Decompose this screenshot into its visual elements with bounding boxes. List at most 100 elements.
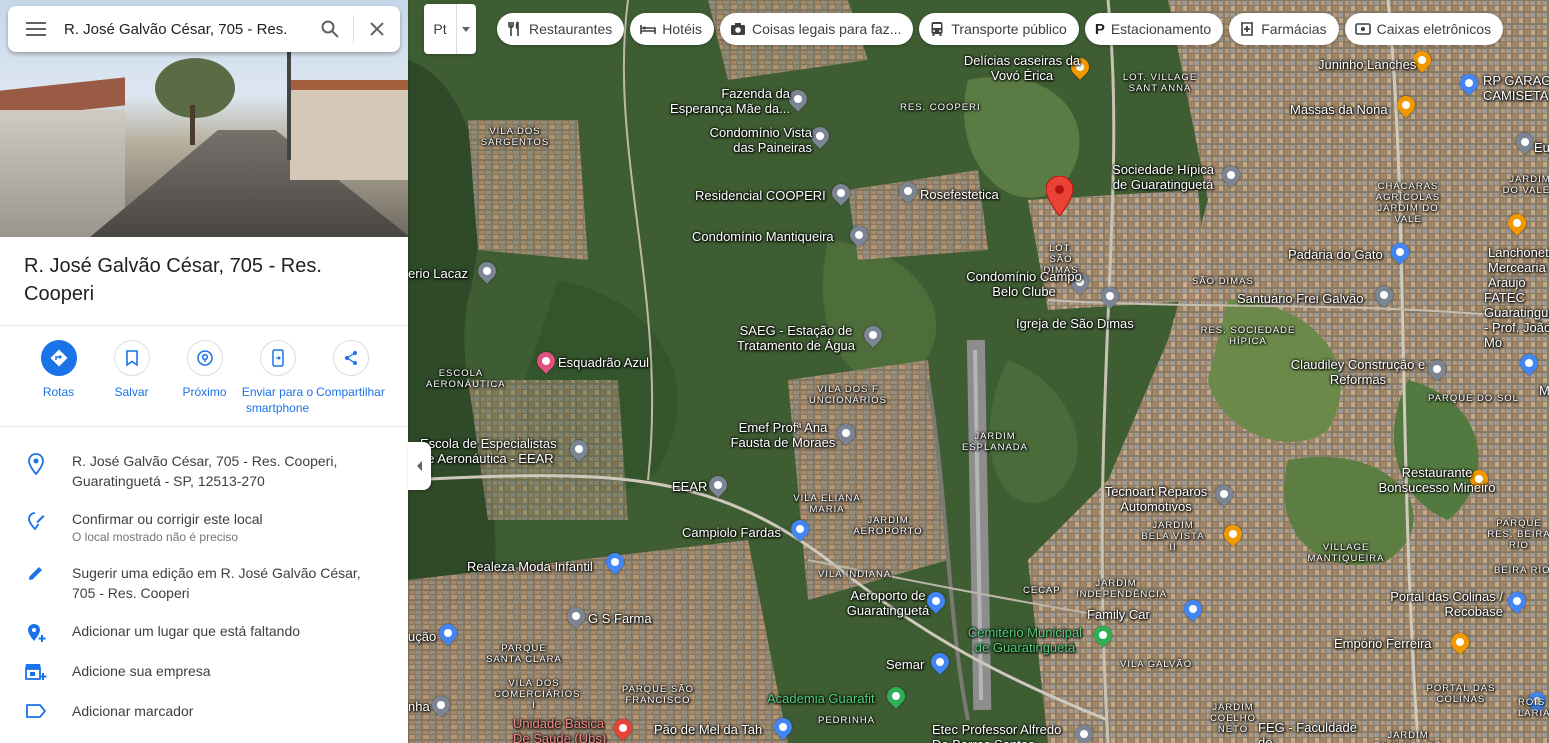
pharmacy-icon [1239,21,1255,37]
map-label[interactable]: Rosefestetica [920,187,999,202]
map-label[interactable]: Semar [886,657,924,672]
map-label[interactable]: Campiolo Fardas [682,525,781,540]
map-area-label: LOT. VILLAGE SANT ANNA [1122,72,1198,94]
map-label[interactable]: Massas da Nona [1290,102,1388,117]
map-label[interactable]: Realeza Moda Infantil [467,559,593,574]
chip-restaurants[interactable]: Restaurantes [497,13,625,45]
map-label[interactable]: Emef Profª Ana Fausta de Moraes [728,420,838,450]
map-label[interactable]: Academia Guarafit [767,691,875,706]
map-label[interactable]: Santuário Frei Galvão [1237,291,1363,306]
collapse-panel-button[interactable] [408,442,431,490]
map-label[interactable]: M [1539,383,1549,398]
map-label[interactable]: Juninho Lanches [1318,57,1416,72]
map-area-label: PARQUE SÃO FRANCISCO [621,684,695,706]
suggest-edit-row[interactable]: Sugerir uma edição em R. José Galvão Cés… [0,563,408,603]
map-label[interactable]: Residencial COOPERI [695,188,826,203]
chip-parking[interactable]: P Estacionamento [1084,13,1224,45]
chip-transit[interactable]: Transporte público [919,13,1079,45]
map-label[interactable]: Lanchonete e Mercearia Araujo [1488,245,1549,290]
map-label[interactable]: FATEC Guaratinguet - Prof. João Mo [1484,290,1549,350]
search-box: R. José Galvão César, 705 - Res. [8,6,400,52]
address-text: R. José Galvão César, 705 - Res. Cooperi… [72,453,338,489]
map-label[interactable]: Claudiley Construção e Reformas [1288,357,1428,387]
map-area-label: PEDRINHA [818,715,876,726]
map-label[interactable]: Delícias caseiras da Vovó Érica [962,53,1082,83]
map-label[interactable]: Sociedade Hípica de Guaratinguetá [1108,162,1218,192]
map-label[interactable]: Condomínio Campo Belo Clube [964,269,1084,299]
map-label[interactable]: Unidade Básica De Saúde (Ubs) [513,716,623,743]
close-icon[interactable] [354,6,400,52]
send-to-phone-button[interactable]: Enviar para o smartphone [241,340,314,416]
chip-atms[interactable]: Caixas eletrônicos [1344,13,1503,45]
add-label-text: Adicionar marcador [72,703,194,719]
atm-icon [1354,21,1371,37]
map-area-label: ESCOLA AERONÁUTICA [426,368,506,390]
map-label[interactable]: G S Farma [588,611,652,626]
pencil-icon [0,563,72,603]
map-label[interactable]: Cemitério Municipal de Guaratinguetá [960,625,1090,655]
map-label[interactable]: nha [408,699,430,714]
action-label: Próximo [182,385,227,399]
map-label[interactable]: EEAR [672,479,707,494]
address-row[interactable]: R. José Galvão César, 705 - Res. Cooperi… [0,451,408,491]
chevron-down-icon[interactable] [456,4,475,54]
map-label[interactable]: Etec Professor Alfredo De Barros Santos [932,722,1072,743]
chip-things-to-do[interactable]: Coisas legais para faz... [719,13,914,45]
map-label[interactable]: Esquadrão Azul [558,355,649,370]
menu-icon[interactable] [8,6,64,52]
map-label[interactable]: Pão de Mel da Tah [654,722,762,737]
search-icon[interactable] [307,6,353,52]
map-label[interactable]: FEG - Faculdade de [1258,720,1368,743]
save-button[interactable]: Salvar [95,340,168,416]
map-canvas[interactable]: Delícias caseiras da Vovó Érica LOT. VIL… [408,0,1549,743]
map-label[interactable]: Igreja de São Dimas [1016,316,1134,331]
map-label[interactable]: Family Car [1087,607,1150,622]
chip-pharmacies[interactable]: Farmácias [1229,13,1339,45]
map-label[interactable]: Tecnoart Reparos Automotivos [1096,484,1216,514]
map-label[interactable]: Condomínio Vista das Paineiras [692,125,812,155]
add-missing-place-row[interactable]: Adicionar um lugar que está faltando [0,621,408,643]
camera-icon [730,21,746,37]
map-area-label: ROIS LARIA [1518,697,1549,719]
map-label[interactable]: erio Lacaz [408,266,468,281]
add-label-row[interactable]: Adicionar marcador [0,701,408,721]
parking-icon: P [1094,20,1105,38]
send-to-phone-icon [259,340,296,376]
map-area-label: JARDIM ESPLANADA [961,431,1029,453]
directions-button[interactable]: Rotas [22,340,95,416]
map-label[interactable]: Condomínio Mantiqueira [692,229,834,244]
map-label[interactable]: SAEG - Estação de Tratamento de Água [726,323,866,353]
confirm-location-text: Confirmar ou corrigir este local [72,511,263,527]
map-label[interactable]: Fazenda da Esperança Mãe da... [660,86,790,116]
add-business-row[interactable]: Adicione sua empresa [0,661,408,681]
confirm-location-subtext: O local mostrado não é preciso [72,530,239,544]
action-label: Salvar [114,385,149,399]
map-label[interactable]: Eu [1534,140,1549,155]
map-label[interactable]: Escola de Especialistas de Aeronáutica -… [420,436,570,466]
map-area-label: PARQUE RES. BEIRA RIO [1487,518,1549,551]
confirm-location-row[interactable]: Confirmar ou corrigir este local O local… [0,509,408,545]
add-missing-place-text: Adicionar um lugar que está faltando [72,623,301,639]
map-area-label: JARDIM DO VALE I [1502,174,1549,196]
chip-hotels[interactable]: Hotéis [630,13,714,45]
map-area-label: VILA GALVÃO [1120,659,1193,670]
map-label[interactable]: ução [408,629,436,644]
map-label[interactable]: Restaurante Bonsucesso Mineiro [1374,465,1500,495]
action-label: Enviar para o smartphone [241,385,314,415]
divider [0,426,408,427]
chip-label: Restaurantes [529,21,613,37]
map-label[interactable]: Aeroporto de Guaratinguetá [838,588,938,618]
nearby-button[interactable]: Próximo [168,340,241,416]
layer-toggle[interactable]: Pt [424,4,476,54]
action-label: Rotas [42,385,75,399]
bookmark-icon [113,340,150,376]
map-label[interactable]: Padaria do Gato [1288,247,1383,262]
fork-knife-icon [507,21,523,37]
map-label[interactable]: Portal das Colinas / Recobase [1383,589,1503,619]
map-label[interactable]: Empório Ferreira [1334,636,1432,651]
map-label[interactable]: RP GARAG CAMISETA [1483,73,1549,103]
selected-location-marker[interactable] [1045,175,1074,221]
search-input[interactable]: R. José Galvão César, 705 - Res. [64,21,307,38]
map-area-label: VILA DOS COMERCIÁRIOS I [494,678,581,711]
share-button[interactable]: Compartilhar [314,340,387,416]
